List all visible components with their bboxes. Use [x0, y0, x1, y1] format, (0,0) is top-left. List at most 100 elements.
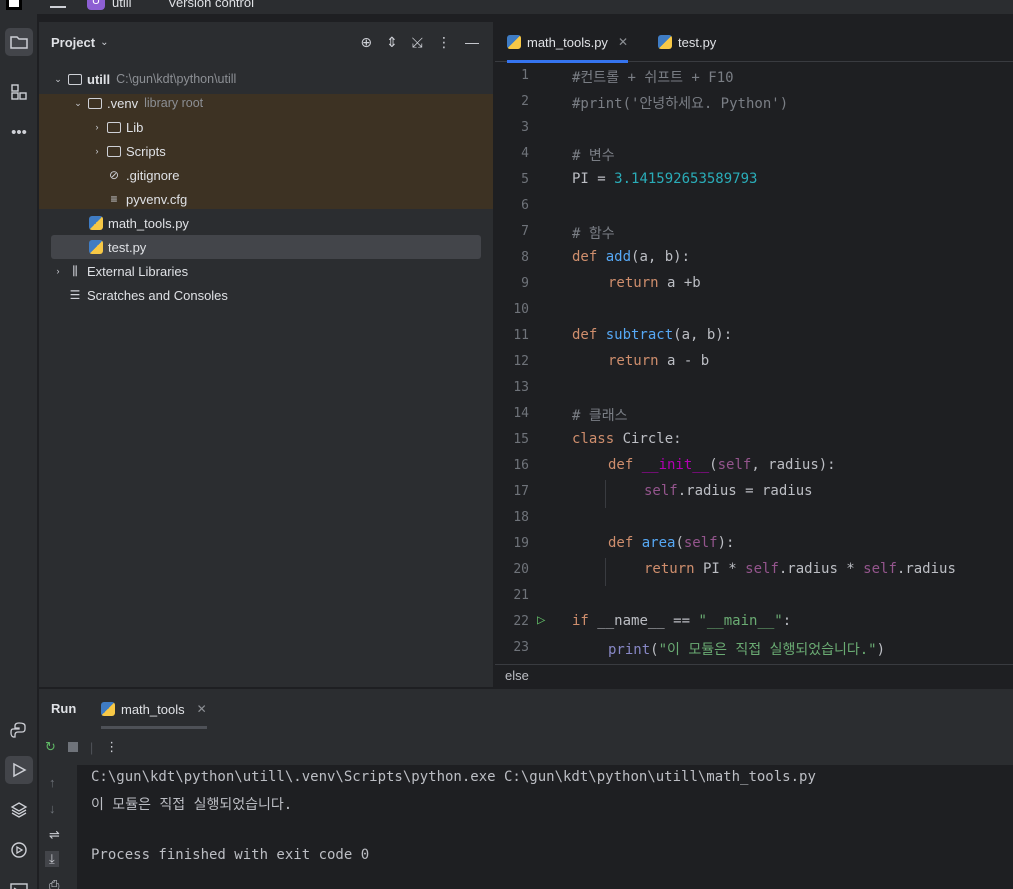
run-tab-math-tools[interactable]: math_tools ✕: [101, 689, 207, 729]
editor-tabs: math_tools.py ✕ test.py: [495, 22, 1013, 63]
chevron-down-icon[interactable]: ⌄: [100, 37, 108, 48]
code-token: (: [709, 457, 718, 473]
tree-item-label: math_tools.py: [108, 215, 189, 231]
code-token: self: [863, 561, 897, 577]
more-icon[interactable]: •••: [5, 118, 33, 146]
console-line: C:\gun\kdt\python\utill\.venv\Scripts\py…: [91, 769, 816, 785]
tree-item-utill[interactable]: ⌄ utill C:\gun\kdt\python\utill: [51, 67, 236, 91]
folder-icon: [106, 119, 122, 135]
tree-item-lib[interactable]: › Lib: [90, 115, 144, 139]
line-number: 21: [513, 588, 529, 603]
code-line-4: # 변수: [572, 148, 615, 164]
main-menu-icon[interactable]: [50, 0, 66, 8]
scroll-to-end-icon[interactable]: ⤓: [45, 851, 59, 867]
tree-item-pyvenv[interactable]: ≡ pyvenv.cfg: [104, 187, 187, 211]
tree-item-external-libraries[interactable]: › ⫼ External Libraries: [51, 259, 189, 283]
chevron-right-icon[interactable]: ›: [90, 122, 104, 132]
tree-item-gitignore[interactable]: ⊘ .gitignore: [104, 163, 180, 187]
layers-icon[interactable]: [5, 796, 33, 824]
folder-icon: [67, 71, 83, 87]
run-gutter-icon[interactable]: ▷: [537, 612, 545, 628]
tree-item-label: .gitignore: [126, 167, 180, 183]
code-token: subtract: [605, 327, 674, 343]
code-token: return: [608, 353, 659, 369]
indent-guide: [605, 480, 606, 508]
run-icon[interactable]: [5, 756, 33, 784]
code-token: PI =: [572, 171, 615, 187]
services-icon[interactable]: [5, 836, 33, 864]
line-number: 11: [513, 328, 529, 343]
tree-item-test[interactable]: test.py: [86, 235, 146, 259]
code-token: (a, b):: [631, 249, 691, 265]
chevron-down-icon[interactable]: ⌄: [51, 74, 65, 85]
print-icon[interactable]: ⎙: [49, 877, 59, 889]
tab-label: test.py: [678, 34, 717, 50]
code-editor[interactable]: 1 2 3 4 5 6 7 8 9 10 11 12 13 14 15 16 1…: [495, 63, 1013, 664]
code-token: ): [876, 642, 886, 658]
structure-icon[interactable]: [5, 78, 33, 106]
line-number: 3: [521, 120, 529, 135]
line-number: 9: [521, 276, 529, 291]
code-token: self: [644, 483, 678, 499]
close-icon[interactable]: ✕: [197, 702, 207, 716]
tree-item-label: Scripts: [126, 143, 166, 159]
code-token: a - b: [658, 353, 710, 369]
folder-icon[interactable]: [5, 28, 33, 56]
indent-guide: [605, 558, 606, 586]
python-file-icon: [658, 35, 672, 49]
expand-all-icon[interactable]: ⇕: [386, 34, 398, 51]
code-token: "이 모듈은 직접 실행되었습니다.": [658, 642, 877, 658]
project-panel-title[interactable]: Project: [51, 35, 95, 50]
close-icon[interactable]: ✕: [618, 35, 628, 49]
scroll-up-icon[interactable]: ↑: [49, 775, 56, 790]
code-token: self: [683, 535, 718, 551]
run-toolbar: ↻ | ⋮: [39, 729, 1013, 765]
tree-item-venv[interactable]: ⌄ .venv library root: [71, 91, 203, 115]
tree-item-math-tools[interactable]: math_tools.py: [86, 211, 189, 235]
line-number: 20: [513, 562, 529, 577]
options-icon[interactable]: ⋮: [437, 34, 451, 51]
run-tab-label: math_tools: [121, 701, 185, 717]
tree-item-scratches[interactable]: ☰ Scratches and Consoles: [65, 283, 228, 307]
collapse-all-icon[interactable]: ⤩: [412, 34, 423, 51]
chevron-right-icon[interactable]: ›: [51, 266, 65, 276]
scroll-down-icon[interactable]: ↓: [49, 801, 56, 816]
project-badge[interactable]: U: [87, 0, 105, 10]
folder-icon: [106, 143, 122, 159]
run-side-toolbar: ↑ ↓ ⇌ ⤓ ⎙: [39, 765, 77, 889]
python-file-icon: [101, 702, 115, 716]
code-line-23: print("이 모듈은 직접 실행되었습니다."): [608, 639, 885, 659]
code-token: (a, b):: [673, 327, 733, 343]
code-token: return: [644, 561, 695, 577]
tree-item-label: .venv: [107, 95, 139, 111]
chevron-right-icon[interactable]: ›: [90, 146, 104, 156]
stop-icon[interactable]: [67, 742, 78, 752]
hide-panel-icon[interactable]: —: [465, 34, 479, 50]
scratches-icon: ☰: [69, 288, 81, 302]
tab-math-tools[interactable]: math_tools.py ✕: [507, 22, 628, 63]
tab-label: math_tools.py: [527, 34, 608, 50]
tab-test[interactable]: test.py: [658, 22, 716, 62]
chevron-down-icon[interactable]: ⌄: [71, 98, 85, 109]
code-token: ):: [717, 535, 735, 551]
soft-wrap-icon[interactable]: ⇌: [49, 827, 60, 843]
locate-icon[interactable]: ⊕: [360, 34, 372, 51]
python-file-icon: [88, 215, 104, 231]
title-bar: U utill Version control: [0, 0, 1013, 14]
code-line-5: PI = 3.141592653589793: [572, 171, 757, 187]
code-token: self: [745, 561, 779, 577]
code-line-9: return a +b: [608, 275, 701, 291]
version-control-menu[interactable]: Version control: [168, 0, 254, 10]
python-console-icon[interactable]: [5, 716, 33, 744]
project-switcher[interactable]: utill: [112, 0, 132, 10]
tree-item-scripts[interactable]: › Scripts: [90, 139, 166, 163]
more-options-icon[interactable]: ⋮: [105, 739, 118, 755]
terminal-icon[interactable]: [5, 876, 33, 889]
line-number: 16: [513, 458, 529, 473]
rerun-icon[interactable]: ↻: [45, 739, 56, 755]
code-token: , radius):: [751, 457, 836, 473]
python-file-icon: [507, 35, 521, 49]
tree-item-hint: library root: [144, 96, 204, 110]
breadcrumb[interactable]: else: [495, 664, 1013, 688]
code-token: area: [641, 535, 676, 551]
